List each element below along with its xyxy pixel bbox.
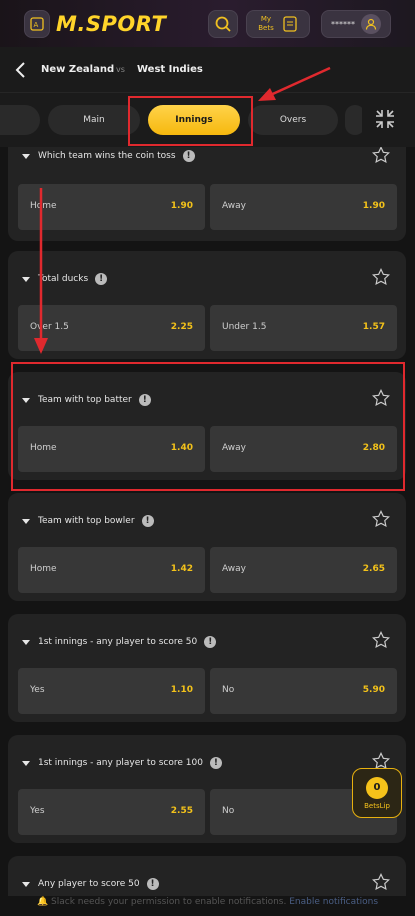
annotation-arrows bbox=[34, 66, 331, 354]
collapse-caret-icon bbox=[22, 518, 30, 524]
market-card: 1st innings - any player to score 50! Ye… bbox=[8, 614, 406, 722]
notification-bar: 🔔 Slack needs your permission to enable … bbox=[0, 896, 415, 916]
info-icon[interactable]: ! bbox=[146, 878, 159, 890]
bell-icon: 🔔 bbox=[36, 897, 49, 907]
market-title: 1st innings - any player to score 50 bbox=[38, 637, 198, 647]
market-title: Team with top bowler bbox=[38, 516, 135, 526]
betslip-button[interactable]: 0 BetsLip bbox=[352, 768, 402, 818]
collapse-caret-icon bbox=[22, 639, 30, 645]
market-header[interactable]: Any player to score 50! bbox=[22, 878, 159, 890]
star-icon[interactable] bbox=[372, 510, 390, 528]
collapse-caret-icon bbox=[22, 760, 30, 766]
betslip-count: 0 bbox=[366, 776, 388, 799]
info-icon[interactable]: ! bbox=[209, 757, 222, 769]
market-header[interactable]: Team with top bowler! bbox=[22, 515, 154, 527]
betslip-label: BetsLip bbox=[364, 801, 390, 810]
market-card: Team with top bowler! Home 1.42 Away 2.65 bbox=[8, 493, 406, 601]
odds-button[interactable]: Yes 2.55 bbox=[18, 789, 205, 835]
info-icon[interactable]: ! bbox=[141, 515, 154, 527]
odds-button[interactable]: Yes 1.10 bbox=[18, 668, 205, 714]
odds-button[interactable]: Away 2.65 bbox=[210, 547, 397, 593]
odds-button[interactable]: No 5.90 bbox=[210, 668, 397, 714]
star-icon[interactable] bbox=[372, 873, 390, 891]
market-header[interactable]: 1st innings - any player to score 50! bbox=[22, 636, 217, 648]
odds-button[interactable]: Home 1.42 bbox=[18, 547, 205, 593]
collapse-caret-icon bbox=[22, 881, 30, 887]
market-card: 1st innings - any player to score 100! Y… bbox=[8, 735, 406, 843]
notification-text: Slack needs your permission to enable no… bbox=[51, 897, 287, 907]
market-title: Any player to score 50 bbox=[38, 879, 140, 889]
market-header[interactable]: 1st innings - any player to score 100! bbox=[22, 757, 222, 769]
info-icon[interactable]: ! bbox=[204, 636, 217, 648]
market-title: 1st innings - any player to score 100 bbox=[38, 758, 203, 768]
enable-notifications-link[interactable]: Enable notifications bbox=[289, 897, 378, 907]
star-icon[interactable] bbox=[372, 631, 390, 649]
